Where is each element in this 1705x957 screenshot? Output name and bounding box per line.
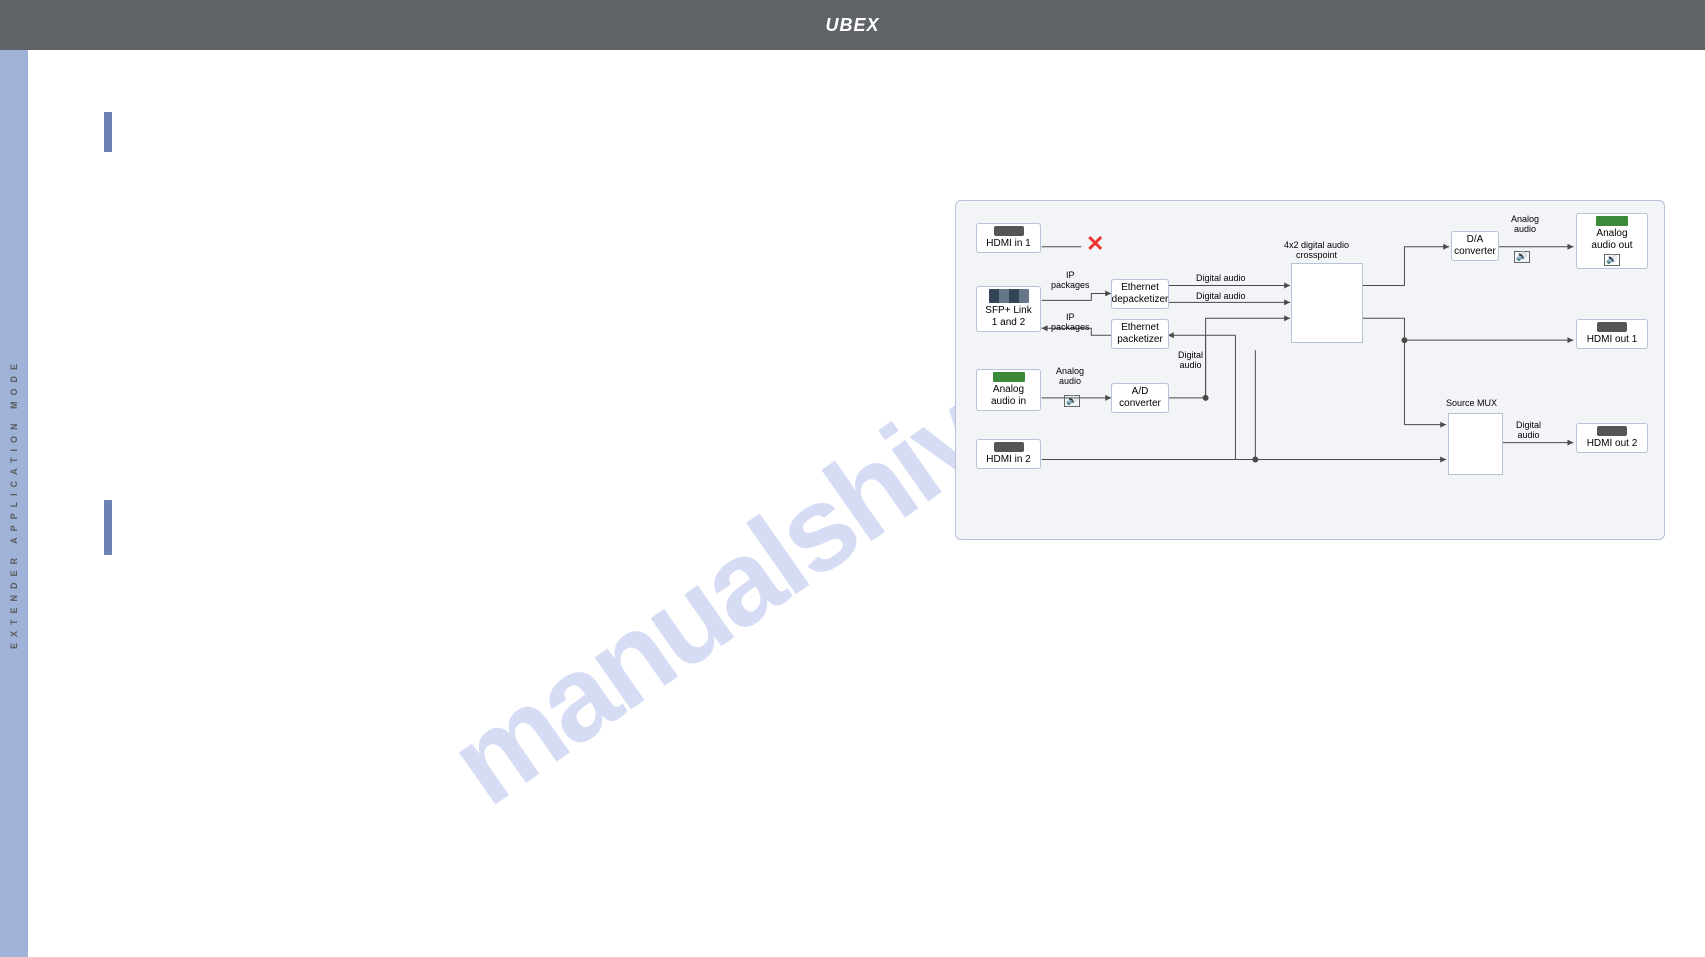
ip-packages-label: IP packages — [1051, 271, 1090, 291]
hdmi-in-2-box: HDMI in 2 — [976, 439, 1041, 469]
source-mux-box — [1448, 413, 1503, 475]
section-accent-bar — [104, 112, 112, 152]
speaker-icon — [1604, 254, 1620, 266]
terminal-block-icon — [1596, 216, 1628, 226]
hdmi-out-1-label: HDMI out 1 — [1587, 334, 1638, 346]
sfp-link-box: SFP+ Link 1 and 2 — [976, 286, 1041, 332]
hdmi-port-icon — [994, 442, 1024, 452]
hdmi-port-icon — [1597, 322, 1627, 332]
left-margin: EXTENDER APPLICATION MODE — [0, 50, 28, 957]
hdmi-port-icon — [1597, 426, 1627, 436]
block-diagram: HDMI in 1 ✕ SFP+ Link 1 and 2 Analog aud… — [955, 200, 1665, 540]
hdmi-in-1-label: HDMI in 1 — [986, 238, 1030, 250]
speaker-icon-inline — [1514, 249, 1530, 263]
section-accent-bar — [104, 500, 112, 555]
source-mux-label: Source MUX — [1446, 399, 1497, 409]
digital-audio-label: Digital audio — [1178, 351, 1203, 371]
left-margin-vertical-text: EXTENDER APPLICATION MODE — [9, 358, 19, 649]
hdmi-in-1-box: HDMI in 1 — [976, 223, 1041, 253]
digital-audio-label: Digital audio — [1196, 292, 1246, 302]
hdmi-out-1-box: HDMI out 1 — [1576, 319, 1648, 349]
audio-crosspoint-box — [1291, 263, 1363, 343]
analog-audio-in-label: Analog audio in — [991, 384, 1026, 408]
ethernet-packetizer-label: Ethernet packetizer — [1117, 322, 1163, 346]
top-bar: UBEX — [0, 0, 1705, 50]
ethernet-depacketizer-box: Ethernet depacketizer — [1111, 279, 1169, 309]
speaker-icon — [1064, 395, 1080, 407]
analog-audio-label: Analog audio — [1056, 367, 1084, 387]
ip-packages-label: IP packages — [1051, 313, 1090, 333]
header-title: UBEX — [825, 15, 879, 36]
page-body: EXTENDER APPLICATION MODE manualshive.co… — [0, 50, 1705, 957]
sfp-link-label: SFP+ Link 1 and 2 — [985, 305, 1031, 329]
analog-audio-out-box: Analog audio out — [1576, 213, 1648, 269]
speaker-icon-inline — [1064, 393, 1080, 407]
digital-audio-label: Digital audio — [1516, 421, 1541, 441]
analog-audio-in-box: Analog audio in — [976, 369, 1041, 411]
ad-converter-box: A/D converter — [1111, 383, 1169, 413]
ethernet-depacketizer-label: Ethernet depacketizer — [1112, 282, 1169, 306]
hdmi-out-2-box: HDMI out 2 — [1576, 423, 1648, 453]
crosspoint-title-label: 4x2 digital audio crosspoint — [1284, 241, 1349, 261]
ad-converter-label: A/D converter — [1119, 386, 1161, 410]
da-converter-label: D/A converter — [1454, 234, 1496, 258]
ethernet-packetizer-box: Ethernet packetizer — [1111, 319, 1169, 349]
digital-audio-label: Digital audio — [1196, 274, 1246, 284]
terminal-block-icon — [993, 372, 1025, 382]
hdmi-in-2-label: HDMI in 2 — [986, 454, 1030, 466]
speaker-icon — [1514, 251, 1530, 263]
analog-audio-label: Analog audio — [1511, 215, 1539, 235]
hdmi-out-2-label: HDMI out 2 — [1587, 438, 1638, 450]
sfp-icon — [989, 289, 1029, 303]
disabled-x-icon: ✕ — [1086, 231, 1104, 257]
analog-audio-out-label: Analog audio out — [1591, 228, 1632, 252]
hdmi-port-icon — [994, 226, 1024, 236]
da-converter-box: D/A converter — [1451, 231, 1499, 261]
